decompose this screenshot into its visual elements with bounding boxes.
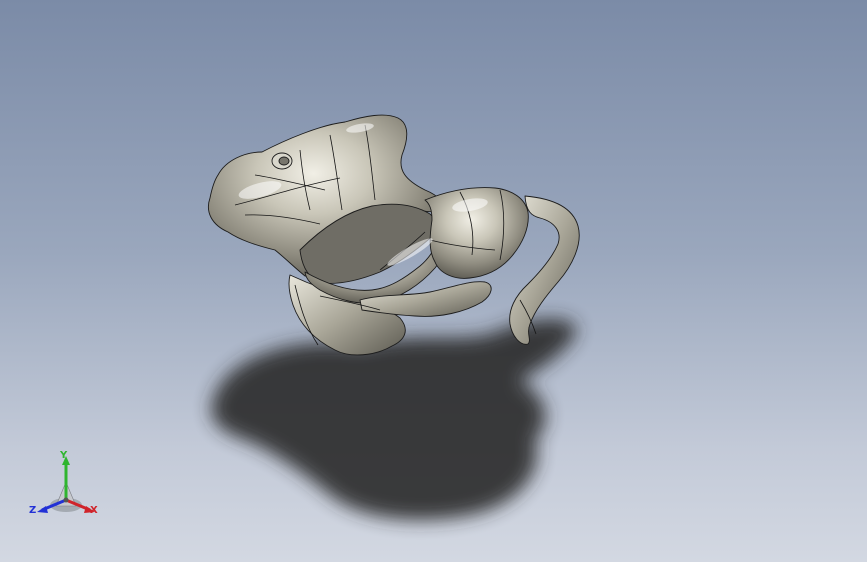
orientation-triad[interactable]: Y X Z	[26, 450, 106, 520]
y-axis-label: Y	[60, 450, 68, 461]
triad-origin	[63, 497, 69, 503]
model-scene[interactable]	[0, 0, 867, 562]
anatomical-model[interactable]	[208, 114, 580, 356]
x-axis-label: X	[90, 505, 98, 516]
model-shadow	[211, 319, 577, 520]
z-axis-label: Z	[29, 505, 37, 516]
graphics-viewport[interactable]: Y X Z	[0, 0, 867, 562]
